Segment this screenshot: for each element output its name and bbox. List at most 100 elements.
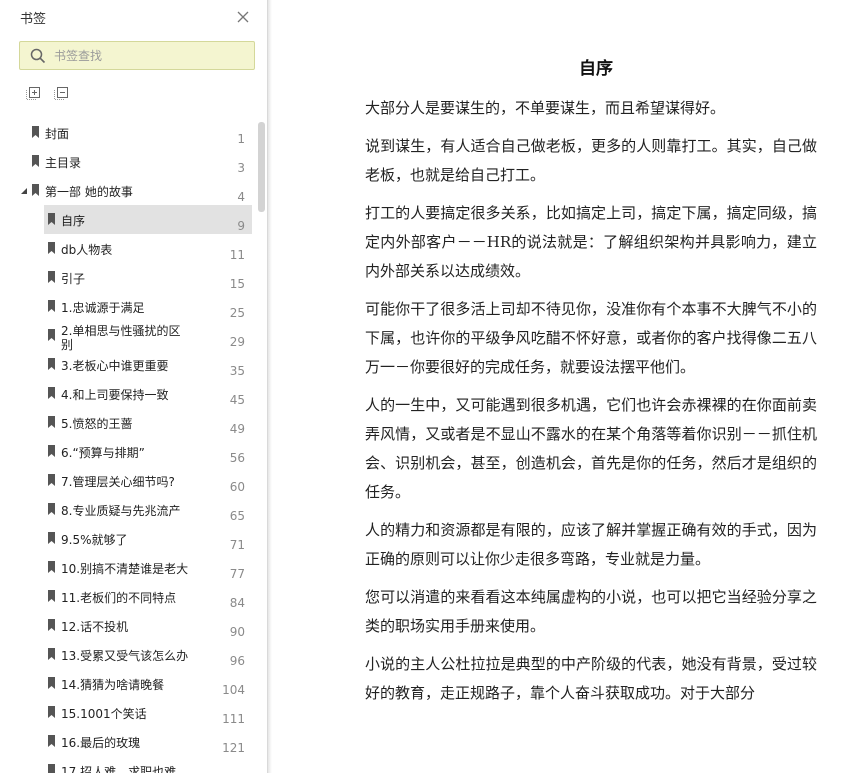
- bookmark-item[interactable]: 17.招人难，求职也难: [0, 756, 256, 773]
- bookmark-icon: [48, 764, 55, 773]
- bookmark-icon: [48, 648, 55, 660]
- body-paragraph: 说到谋生，有人适合自己做老板，更多的人则靠打工。其实，自己做老板，也就是给自己打…: [365, 137, 817, 184]
- bookmark-item[interactable]: 5.愤怒的王蔷 49: [0, 408, 256, 437]
- bookmark-page-number: 111: [222, 712, 245, 726]
- bookmark-icon: [48, 300, 55, 312]
- bookmark-icon: [32, 184, 39, 196]
- bookmark-page-number: 84: [229, 596, 245, 610]
- bookmark-tree: 封面 1 主目录 3 第一部 她的故事 4 自序 9 db人物表 11 引子 15 1.忠诚源于满足 25…: [0, 118, 256, 773]
- bookmark-label: 15.1001个笑话: [61, 707, 147, 721]
- close-icon: [237, 11, 249, 23]
- bookmark-label: 17.招人难，求职也难: [61, 765, 177, 773]
- bookmark-label: 7.管理层关心细节吗?: [61, 475, 175, 489]
- bookmark-page-number: 121: [222, 741, 245, 755]
- bookmark-icon: [48, 329, 55, 341]
- expand-all-icon: [26, 87, 40, 100]
- close-panel-button[interactable]: [234, 8, 252, 26]
- reader-window: 书签 封面 1 主目录: [0, 0, 864, 773]
- bookmark-icon: [48, 677, 55, 689]
- bookmark-label: 11.老板们的不同特点: [61, 591, 177, 605]
- bookmark-page-number: 1: [237, 132, 245, 146]
- bookmark-item[interactable]: 4.和上司要保持一致 45: [0, 379, 256, 408]
- bookmark-icon: [48, 387, 55, 399]
- bookmark-label: 6.“预算与排期”: [61, 446, 145, 460]
- bookmark-item[interactable]: 12.话不投机 90: [0, 611, 256, 640]
- bookmark-label: 8.专业质疑与先兆流产: [61, 504, 181, 518]
- bookmark-item[interactable]: 封面 1: [0, 118, 256, 147]
- bookmark-page-number: 11: [229, 248, 245, 262]
- bookmark-label: 封面: [45, 127, 70, 141]
- bookmark-page-number: 96: [229, 654, 245, 668]
- bookmark-item[interactable]: 6.“预算与排期” 56: [0, 437, 256, 466]
- bookmark-page-number: 90: [229, 625, 245, 639]
- bookmark-label: 3.老板心中谁更重要: [61, 359, 169, 373]
- bookmark-label: 4.和上司要保持一致: [61, 388, 169, 402]
- body-paragraph: 您可以消遣的来看看这本纯属虚构的小说，也可以把它当经验分享之类的职场实用手册来使…: [365, 588, 817, 635]
- bookmark-icon: [48, 532, 55, 544]
- bookmark-label: 主目录: [45, 156, 82, 170]
- bookmark-label: 16.最后的玫瑰: [61, 736, 141, 750]
- bookmark-item[interactable]: 主目录 3: [0, 147, 256, 176]
- bookmark-label: 12.话不投机: [61, 620, 129, 634]
- bookmark-item[interactable]: 10.别搞不清楚谁是老大 77: [0, 553, 256, 582]
- bookmark-icon: [48, 706, 55, 718]
- bookmark-icon: [48, 590, 55, 602]
- bookmark-item[interactable]: 2.单相思与性骚扰的区别 29: [0, 321, 256, 352]
- body-paragraph: 打工的人要搞定很多关系，比如搞定上司，搞定下属，搞定同级，搞定内外部客户－－HR…: [365, 204, 817, 280]
- bookmark-page-number: 60: [229, 480, 245, 494]
- bookmark-label: 5.愤怒的王蔷: [61, 417, 133, 431]
- chapter-title: 自序: [579, 59, 613, 79]
- bookmark-page-number: 9: [237, 219, 245, 233]
- body-paragraph: 小说的主人公杜拉拉是典型的中产阶级的代表，她没有背景，受过较好的教育，走正规路子…: [365, 655, 817, 702]
- bookmark-item[interactable]: 引子 15: [0, 263, 256, 292]
- chapter-body: 大部分人是要谋生的，不单要谋生，而且希望谋得好。说到谋生，有人适合自己做老板，更…: [365, 94, 817, 717]
- bookmark-icon: [32, 126, 39, 138]
- bookmark-icon: [48, 503, 55, 515]
- bookmark-icon: [48, 619, 55, 631]
- bookmark-item[interactable]: 16.最后的玫瑰 121: [0, 727, 256, 756]
- bookmark-page-number: 25: [229, 306, 245, 320]
- body-paragraph: 人的一生中，又可能遇到很多机遇，它们也许会赤裸裸的在你面前卖弄风情，又或者是不显…: [365, 396, 817, 501]
- expand-all-button[interactable]: [25, 84, 43, 102]
- body-paragraph: 大部分人是要谋生的，不单要谋生，而且希望谋得好。: [365, 99, 726, 117]
- bookmark-item[interactable]: 3.老板心中谁更重要 35: [0, 350, 256, 379]
- bookmark-item[interactable]: 13.受累又受气该怎么办 96: [0, 640, 256, 669]
- bookmark-icon: [48, 445, 55, 457]
- bookmark-page-number: 71: [229, 538, 245, 552]
- body-paragraph: 可能你干了很多活上司却不待见你，没准你有个本事不大脾气不小的下属，也许你的平级争…: [365, 300, 817, 376]
- bookmark-item[interactable]: 自序 9: [0, 205, 256, 234]
- bookmark-page-number: 56: [229, 451, 245, 465]
- bookmark-page-number: 4: [237, 190, 245, 204]
- document-page: 自序 大部分人是要谋生的，不单要谋生，而且希望谋得好。说到谋生，有人适合自己做老…: [272, 0, 864, 773]
- bookmark-item[interactable]: db人物表 11: [0, 234, 256, 263]
- bookmark-icon: [48, 242, 55, 254]
- bookmark-item[interactable]: 9.5%就够了 71: [0, 524, 256, 553]
- collapse-all-button[interactable]: [53, 84, 71, 102]
- bookmark-icon: [48, 416, 55, 428]
- bookmark-label: 14.猜猜为啥请晚餐: [61, 678, 165, 692]
- bookmark-item[interactable]: 1.忠诚源于满足 25: [0, 292, 256, 321]
- bookmark-item[interactable]: 8.专业质疑与先兆流产 65: [0, 495, 256, 524]
- bookmark-search-input[interactable]: [54, 45, 249, 67]
- sidebar-scrollbar[interactable]: [258, 122, 265, 212]
- bookmark-label: db人物表: [61, 243, 113, 257]
- bookmark-page-number: 45: [229, 393, 245, 407]
- bookmark-page-number: 65: [229, 509, 245, 523]
- bookmark-page-number: 29: [229, 335, 245, 349]
- bookmark-page-number: 77: [229, 567, 245, 581]
- bookmark-icon: [48, 735, 55, 747]
- bookmark-item[interactable]: 11.老板们的不同特点 84: [0, 582, 256, 611]
- bookmark-page-number: 104: [222, 683, 245, 697]
- bookmark-label: 第一部 她的故事: [45, 185, 133, 199]
- bookmark-label: 1.忠诚源于满足: [61, 301, 145, 315]
- bookmark-icon: [32, 155, 39, 167]
- bookmark-icon: [48, 213, 55, 225]
- bookmark-item[interactable]: 14.猜猜为啥请晚餐 104: [0, 669, 256, 698]
- bookmark-search-box[interactable]: [19, 41, 255, 70]
- bookmark-item[interactable]: 7.管理层关心细节吗? 60: [0, 466, 256, 495]
- bookmark-item[interactable]: 15.1001个笑话 111: [0, 698, 256, 727]
- bookmark-item[interactable]: 第一部 她的故事 4: [0, 176, 256, 205]
- bookmark-page-number: 3: [237, 161, 245, 175]
- caret-down-icon[interactable]: [20, 187, 28, 195]
- bookmark-icon: [48, 561, 55, 573]
